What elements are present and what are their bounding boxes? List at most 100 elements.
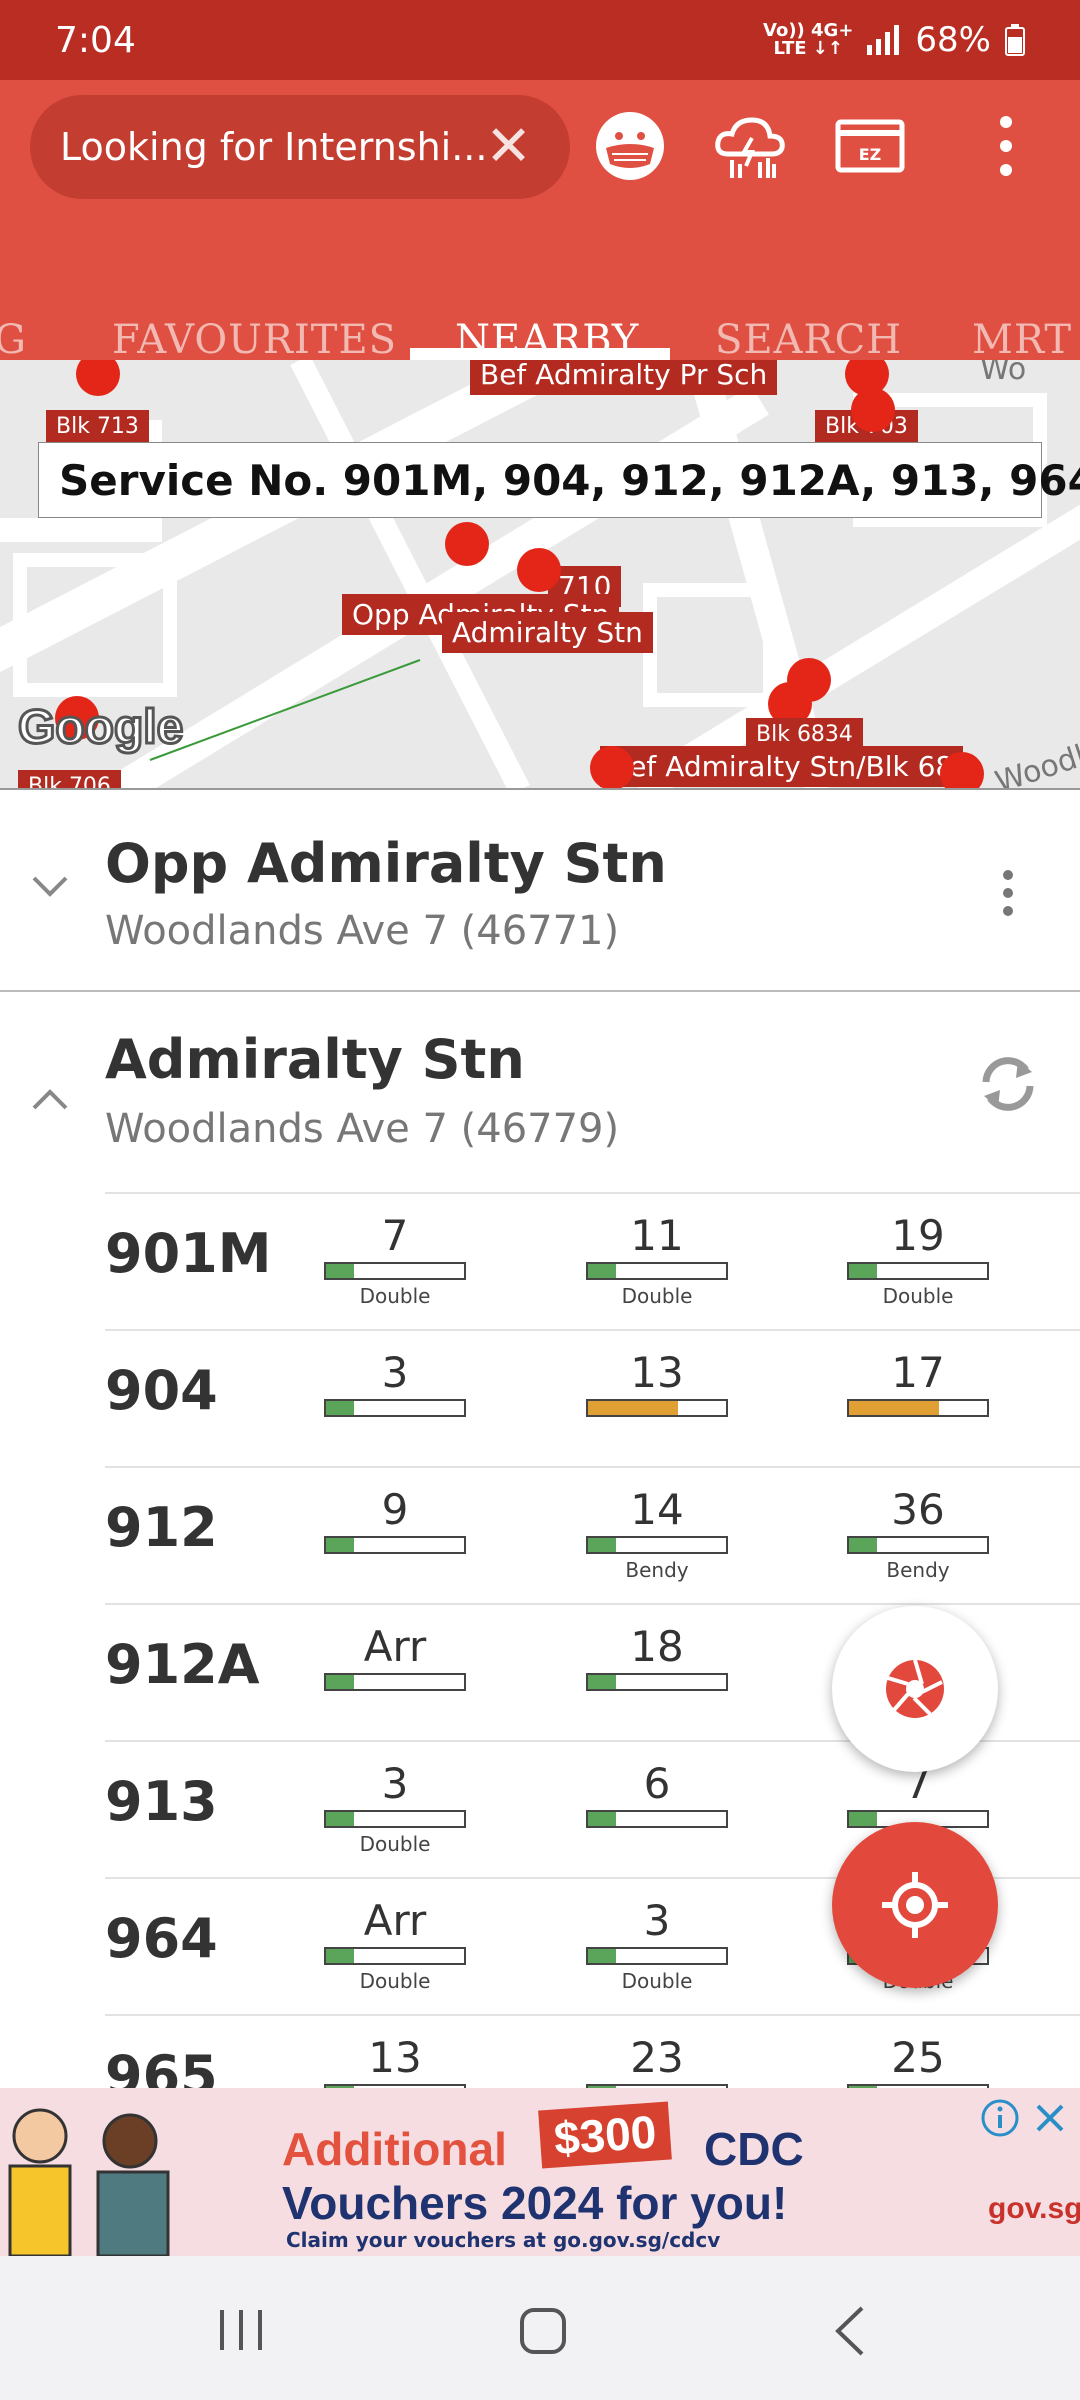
battery-icon — [1005, 24, 1025, 56]
back-icon[interactable] — [830, 2304, 870, 2358]
map-marker-label[interactable]: Bef Admiralty Stn/Blk 68 — [600, 746, 964, 787]
bus-stop-card[interactable]: Admiralty Stn Woodlands Ave 7 (46779) — [0, 992, 1080, 1192]
service-row[interactable]: 904 3 13 17 — [105, 1329, 1080, 1467]
load-bar-fill — [326, 1949, 354, 1963]
arrival-estimate: 6 — [582, 1758, 732, 1832]
map-marker-label[interactable]: Blk 706 — [18, 770, 121, 790]
arrival-minutes: 11 — [630, 1211, 684, 1260]
road-label: Wo — [980, 360, 1027, 387]
service-number: 912A — [105, 1633, 260, 1696]
map-marker-label[interactable]: Blk 713 — [46, 410, 149, 443]
service-number: 964 — [105, 1907, 218, 1970]
load-bar — [586, 1262, 728, 1280]
load-bar-fill — [849, 1812, 877, 1826]
load-bar-fill — [849, 1401, 939, 1415]
load-bar — [324, 1947, 466, 1965]
ad-close-icon[interactable] — [1032, 2100, 1068, 2136]
arrival-minutes: 13 — [630, 1348, 684, 1397]
load-bar — [586, 1947, 728, 1965]
arrival-estimate: 13 — [582, 1347, 732, 1421]
load-bar-fill — [326, 1812, 354, 1826]
arrival-minutes: 3 — [381, 1348, 409, 1397]
camera-fab[interactable] — [832, 1606, 998, 1772]
arrival-minutes: 25 — [891, 2033, 945, 2082]
arrival-estimate: 7 Double — [320, 1210, 470, 1308]
tab-previous[interactable]: G — [0, 317, 27, 363]
load-bar — [586, 1810, 728, 1828]
bus-stop-marker[interactable] — [590, 746, 634, 790]
weather-storm-icon[interactable] — [712, 108, 788, 184]
arrival-estimate: 14 Bendy — [582, 1484, 732, 1582]
arrival-estimate: Arr — [320, 1621, 470, 1695]
arrival-minutes: Arr — [363, 1896, 427, 1945]
ad-badge: $300 — [538, 2101, 673, 2169]
tab-search[interactable]: SEARCH — [715, 317, 902, 363]
ad-subtext: Claim your vouchers at go.gov.sg/cdcv — [286, 2228, 721, 2252]
bus-stop-marker[interactable] — [517, 548, 561, 592]
collapse-chevron-icon[interactable] — [30, 1076, 70, 1122]
arrival-minutes: 3 — [643, 1896, 671, 1945]
more-options-icon[interactable] — [968, 108, 1044, 184]
search-input[interactable]: Looking for Internshi... — [60, 125, 487, 169]
arrival-estimate: 17 — [843, 1347, 993, 1421]
arrival-estimate: 36 Bendy — [843, 1484, 993, 1582]
service-number: 904 — [105, 1359, 218, 1422]
arrival-minutes: 9 — [381, 1485, 409, 1534]
arrival-minutes: 36 — [891, 1485, 945, 1534]
bus-type: Double — [359, 1969, 431, 1993]
ad-info-icon[interactable] — [980, 2098, 1020, 2138]
expand-chevron-icon[interactable] — [30, 862, 70, 908]
load-bar-fill — [326, 1401, 354, 1415]
ez-link-card-icon[interactable]: EZ — [832, 108, 908, 184]
arrival-estimate: 3 Double — [582, 1895, 732, 1993]
tab-mrt[interactable]: MRT M — [972, 317, 1080, 363]
tab-favourites[interactable]: FAVOURITES — [112, 317, 397, 363]
bus-type: Double — [621, 1284, 693, 1308]
service-number: 913 — [105, 1770, 218, 1833]
locate-me-fab[interactable] — [832, 1822, 998, 1988]
map-marker-label[interactable]: Admiralty Stn — [442, 612, 653, 653]
recent-apps-icon[interactable] — [216, 2308, 266, 2352]
bus-stop-card[interactable]: Opp Admiralty Stn Woodlands Ave 7 (46771… — [0, 790, 1080, 990]
map-view[interactable]: Bef Admiralty Pr Sch Blk 713 Blk 703 Wo … — [0, 360, 1080, 790]
load-bar-fill — [588, 1949, 616, 1963]
shutter-icon — [886, 1659, 944, 1718]
service-row[interactable]: 912 9 14 Bendy 36 Bendy — [105, 1466, 1080, 1604]
bus-type: Double — [359, 1832, 431, 1856]
load-bar — [586, 1673, 728, 1691]
bus-stop-marker[interactable] — [445, 522, 489, 566]
clear-search-icon[interactable]: ✕ — [485, 119, 532, 175]
load-bar-fill — [849, 1538, 877, 1552]
refresh-icon[interactable] — [976, 1052, 1040, 1116]
ad-text-additional: Additional — [282, 2123, 507, 2175]
active-tab-indicator — [410, 348, 670, 360]
load-bar — [324, 1673, 466, 1691]
load-bar — [324, 1262, 466, 1280]
service-row[interactable]: 901M 7 Double 11 Double 19 Double — [105, 1192, 1080, 1330]
load-bar-fill — [326, 1675, 354, 1689]
status-icons: Vo)) 4G+ LTE ↓↑ 68% — [763, 20, 1025, 60]
battery-percent: 68% — [915, 20, 991, 60]
load-bar — [324, 1399, 466, 1417]
bus-type: Bendy — [625, 1558, 689, 1582]
load-bar-fill — [588, 1538, 616, 1552]
bus-stop-marker[interactable] — [940, 752, 984, 790]
arrival-minutes: 3 — [381, 1759, 409, 1808]
services-tooltip: Service No. 901M, 904, 912, 912A, 913, 9… — [38, 442, 1080, 518]
ad-people-illustration — [8, 2108, 170, 2256]
arrival-estimate: Arr Double — [320, 1895, 470, 1993]
service-number: 912 — [105, 1496, 218, 1559]
search-bar[interactable]: Looking for Internshi... ✕ — [30, 95, 570, 199]
mask-face-icon[interactable] — [592, 108, 668, 184]
arrival-estimate: 18 — [582, 1621, 732, 1695]
stop-name: Admiralty Stn — [105, 1028, 525, 1091]
stop-name: Opp Admiralty Stn — [105, 832, 667, 895]
load-bar — [847, 1536, 989, 1554]
ad-banner[interactable]: Additional $300 CDC Vouchers 2024 for yo… — [0, 2088, 1080, 2256]
bus-stop-marker[interactable] — [851, 388, 895, 432]
google-logo: Google — [16, 700, 184, 756]
stop-menu-icon[interactable] — [996, 868, 1020, 918]
home-icon[interactable] — [518, 2306, 568, 2356]
map-marker-label[interactable]: Bef Admiralty Pr Sch — [470, 360, 778, 395]
bus-type: Double — [359, 1284, 431, 1308]
